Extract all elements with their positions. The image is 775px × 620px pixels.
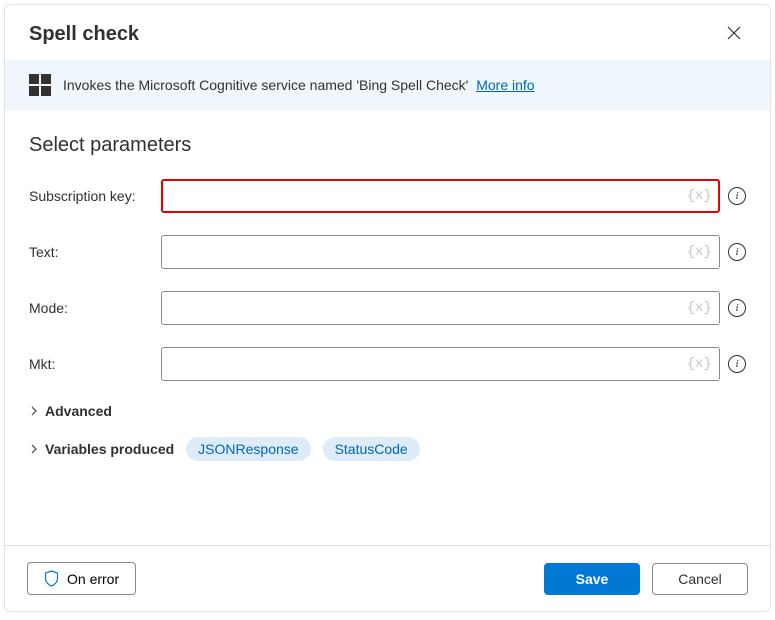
subscription-key-input[interactable] (161, 179, 720, 213)
on-error-button[interactable]: On error (27, 562, 136, 595)
banner-text: Invokes the Microsoft Cognitive service … (63, 77, 468, 93)
shield-icon (44, 570, 59, 587)
close-icon (726, 25, 742, 41)
variable-badge[interactable]: StatusCode (323, 437, 420, 461)
variable-icon[interactable]: {x} (687, 244, 712, 260)
section-title: Select parameters (29, 134, 746, 157)
subscription-key-label: Subscription key: (29, 188, 153, 204)
variables-produced-toggle[interactable]: Variables produced JSONResponse StatusCo… (29, 437, 746, 461)
info-icon[interactable]: i (728, 355, 746, 373)
chevron-right-icon (29, 406, 39, 416)
mkt-row: Mkt: {x} i (29, 347, 746, 381)
text-row: Text: {x} i (29, 235, 746, 269)
subscription-key-row: Subscription key: {x} i (29, 179, 746, 213)
dialog-footer: On error Save Cancel (5, 545, 770, 611)
dialog-title: Spell check (29, 23, 139, 46)
cancel-button[interactable]: Cancel (652, 563, 748, 595)
text-input-wrapper: {x} (161, 235, 720, 269)
spell-check-dialog: Spell check Invokes the Microsoft Cognit… (4, 4, 771, 612)
advanced-label: Advanced (45, 403, 112, 419)
on-error-label: On error (67, 571, 119, 587)
dialog-body: Select parameters Subscription key: {x} … (5, 110, 770, 545)
chevron-right-icon (29, 444, 39, 454)
subscription-key-input-wrapper: {x} (161, 179, 720, 213)
banner-text-container: Invokes the Microsoft Cognitive service … (63, 77, 535, 93)
info-icon[interactable]: i (728, 243, 746, 261)
mode-row: Mode: {x} i (29, 291, 746, 325)
text-input[interactable] (161, 235, 720, 269)
info-icon[interactable]: i (728, 187, 746, 205)
mode-input-wrapper: {x} (161, 291, 720, 325)
more-info-link[interactable]: More info (476, 77, 534, 93)
mode-label: Mode: (29, 300, 153, 316)
variable-icon[interactable]: {x} (687, 356, 712, 372)
mkt-input-wrapper: {x} (161, 347, 720, 381)
mode-input[interactable] (161, 291, 720, 325)
info-banner: Invokes the Microsoft Cognitive service … (5, 60, 770, 110)
footer-actions: Save Cancel (544, 563, 748, 595)
text-label: Text: (29, 244, 153, 260)
close-button[interactable] (722, 21, 746, 48)
microsoft-logo-icon (29, 74, 51, 96)
mkt-label: Mkt: (29, 356, 153, 372)
variable-icon[interactable]: {x} (687, 300, 712, 316)
mkt-input[interactable] (161, 347, 720, 381)
save-button[interactable]: Save (544, 563, 640, 595)
info-icon[interactable]: i (728, 299, 746, 317)
advanced-toggle[interactable]: Advanced (29, 403, 746, 419)
variable-icon[interactable]: {x} (687, 188, 712, 204)
variables-produced-label: Variables produced (45, 441, 174, 457)
variable-badge[interactable]: JSONResponse (186, 437, 310, 461)
dialog-header: Spell check (5, 5, 770, 60)
